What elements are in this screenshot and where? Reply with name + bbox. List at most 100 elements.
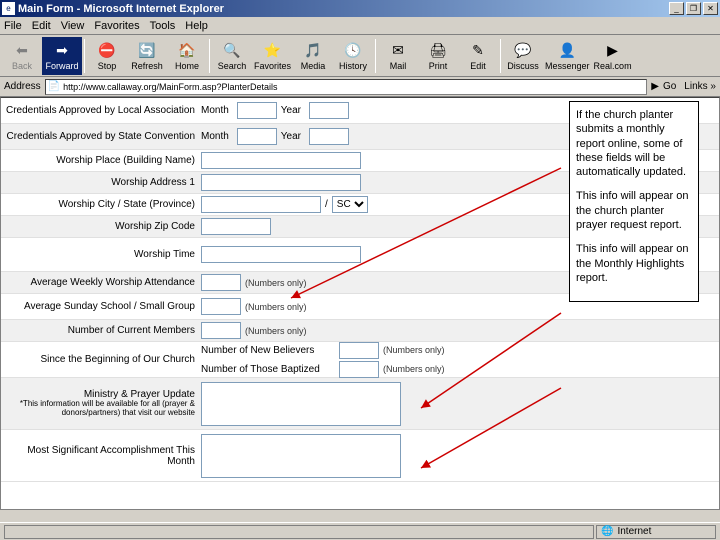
- search-button[interactable]: 🔍Search: [212, 37, 252, 75]
- close-button[interactable]: ✕: [703, 2, 718, 15]
- address-url: http://www.callaway.org/MainForm.asp?Pla…: [63, 82, 277, 92]
- worship-addr-input[interactable]: [201, 174, 361, 191]
- toolbar-sep: [209, 39, 210, 73]
- print-icon: 🖨: [428, 41, 448, 61]
- address-input[interactable]: 📄 http://www.callaway.org/MainForm.asp?P…: [45, 79, 648, 95]
- media-button[interactable]: 🎵Media: [293, 37, 333, 75]
- ministry-update-input[interactable]: [201, 382, 401, 426]
- cred-state-month-input[interactable]: [237, 128, 277, 145]
- discuss-icon: 💬: [513, 41, 533, 61]
- refresh-icon: 🔄: [137, 41, 157, 61]
- real-icon: ▶: [603, 41, 623, 61]
- forward-button[interactable]: ➡Forward: [42, 37, 82, 75]
- numbers-only-note: (Numbers only): [245, 278, 307, 288]
- edit-icon: ✎: [468, 41, 488, 61]
- forward-icon: ➡: [52, 41, 72, 61]
- mail-icon: ✉: [388, 41, 408, 61]
- address-label: Address: [4, 81, 41, 92]
- links-text: Links: [684, 81, 707, 92]
- baptized-label: Number of Those Baptized: [201, 364, 331, 375]
- ie-icon: e: [2, 2, 15, 15]
- menu-file[interactable]: File: [4, 20, 22, 32]
- stop-icon: ⛔: [97, 41, 117, 61]
- worship-time-input[interactable]: [201, 246, 361, 263]
- menu-help[interactable]: Help: [185, 20, 208, 32]
- home-label: Home: [175, 61, 199, 71]
- status-bar: 🌐 Internet: [0, 522, 720, 540]
- avg-sunday-input[interactable]: [201, 298, 241, 315]
- new-believers-label: Number of New Believers: [201, 345, 331, 356]
- status-left: [4, 525, 594, 539]
- go-button[interactable]: ▶Go: [651, 81, 680, 92]
- history-icon: 🕓: [343, 41, 363, 61]
- year-label: Year: [281, 131, 301, 142]
- ministry-update-label: Ministry & Prayer Update *This informati…: [1, 387, 201, 420]
- annotation-callout: If the church planter submits a monthly …: [569, 101, 699, 302]
- cred-local-month-input[interactable]: [237, 102, 277, 119]
- internet-icon: 🌐: [601, 526, 613, 537]
- print-button[interactable]: 🖨Print: [418, 37, 458, 75]
- worship-place-label: Worship Place (Building Name): [1, 153, 201, 168]
- messenger-label: Messenger: [545, 61, 590, 71]
- home-button[interactable]: 🏠Home: [167, 37, 207, 75]
- menu-favorites[interactable]: Favorites: [94, 20, 139, 32]
- links-label[interactable]: Links »: [684, 81, 716, 92]
- cred-state-year-input[interactable]: [309, 128, 349, 145]
- avg-weekly-label: Average Weekly Worship Attendance: [1, 275, 201, 290]
- zone-label: Internet: [617, 526, 651, 537]
- worship-state-select[interactable]: SC: [332, 196, 368, 213]
- refresh-label: Refresh: [131, 61, 163, 71]
- favorites-label: Favorites: [254, 61, 291, 71]
- worship-zip-input[interactable]: [201, 218, 271, 235]
- media-icon: 🎵: [303, 41, 323, 61]
- go-label: Go: [659, 81, 680, 92]
- mail-button[interactable]: ✉Mail: [378, 37, 418, 75]
- forward-label: Forward: [45, 61, 78, 71]
- numbers-only-note: (Numbers only): [245, 326, 307, 336]
- discuss-button[interactable]: 💬Discuss: [503, 37, 543, 75]
- callout-p1: If the church planter submits a monthly …: [576, 108, 692, 179]
- minimize-button[interactable]: _: [669, 2, 684, 15]
- messenger-button[interactable]: 👤Messenger: [543, 37, 592, 75]
- real-label: Real.com: [594, 61, 632, 71]
- worship-city-label: Worship City / State (Province): [1, 197, 201, 212]
- real-button[interactable]: ▶Real.com: [592, 37, 634, 75]
- cred-local-year-input[interactable]: [309, 102, 349, 119]
- worship-addr-label: Worship Address 1: [1, 175, 201, 190]
- favorites-button[interactable]: ⭐Favorites: [252, 37, 293, 75]
- stop-button[interactable]: ⛔Stop: [87, 37, 127, 75]
- callout-p3: This info will appear on the Monthly Hig…: [576, 242, 692, 285]
- worship-time-label: Worship Time: [1, 247, 201, 262]
- new-believers-input[interactable]: [339, 342, 379, 359]
- num-members-input[interactable]: [201, 322, 241, 339]
- avg-sunday-label: Average Sunday School / Small Group: [1, 299, 201, 314]
- most-sig-input[interactable]: [201, 434, 401, 478]
- back-button[interactable]: ⬅Back: [2, 37, 42, 75]
- most-sig-label: Most Significant Accomplishment This Mon…: [1, 443, 201, 469]
- toolbar-sep: [84, 39, 85, 73]
- back-label: Back: [12, 61, 32, 71]
- menu-tools[interactable]: Tools: [150, 20, 176, 32]
- avg-weekly-input[interactable]: [201, 274, 241, 291]
- refresh-button[interactable]: 🔄Refresh: [127, 37, 167, 75]
- discuss-label: Discuss: [507, 61, 539, 71]
- worship-city-input[interactable]: [201, 196, 321, 213]
- search-icon: 🔍: [222, 41, 242, 61]
- worship-place-input[interactable]: [201, 152, 361, 169]
- favorites-icon: ⭐: [263, 41, 283, 61]
- num-members-label: Number of Current Members: [1, 323, 201, 338]
- numbers-only-note: (Numbers only): [383, 364, 445, 374]
- baptized-input[interactable]: [339, 361, 379, 378]
- menu-edit[interactable]: Edit: [32, 20, 51, 32]
- numbers-only-note: (Numbers only): [383, 345, 445, 355]
- since-beginning-label: Since the Beginning of Our Church: [1, 352, 201, 367]
- menu-view[interactable]: View: [61, 20, 85, 32]
- month-label: Month: [201, 105, 229, 116]
- content-area: Credentials Approved by Local Associatio…: [0, 97, 720, 510]
- history-label: History: [339, 61, 367, 71]
- history-button[interactable]: 🕓History: [333, 37, 373, 75]
- maximize-button[interactable]: ❐: [686, 2, 701, 15]
- toolbar: ⬅Back ➡Forward ⛔Stop 🔄Refresh 🏠Home 🔍Sea…: [0, 35, 720, 77]
- editbtn-button[interactable]: ✎Edit: [458, 37, 498, 75]
- mail-label: Mail: [390, 61, 407, 71]
